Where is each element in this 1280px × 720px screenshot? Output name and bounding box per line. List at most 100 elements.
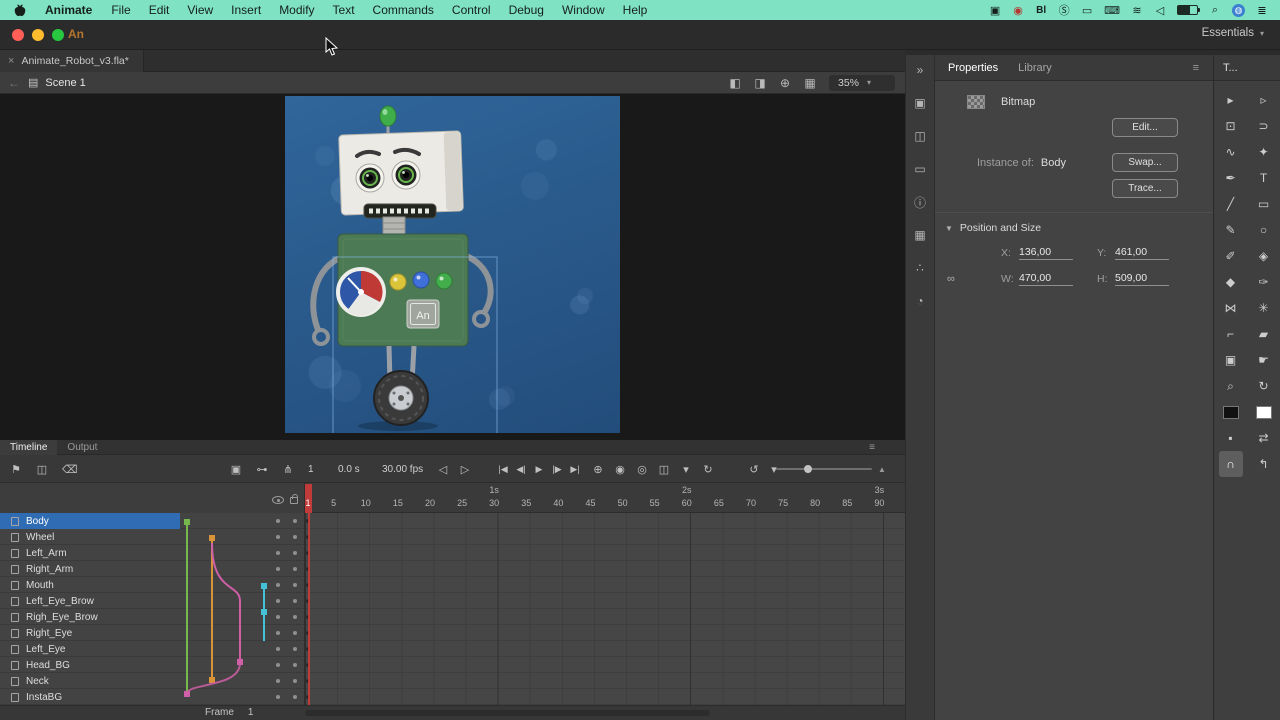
edit-scene-button[interactable]: ◧ (729, 76, 741, 90)
camera-tool[interactable]: ▣ (1219, 347, 1243, 373)
collapse-triangle-icon[interactable]: ▼ (945, 224, 953, 233)
current-frame-readout[interactable]: 1 (308, 455, 314, 483)
text-tool[interactable]: T (1252, 165, 1276, 191)
timeline-grid-row[interactable] (305, 625, 905, 641)
marker-button[interactable]: ⚑ (10, 463, 22, 476)
free-transform-tool[interactable]: ⊡ (1219, 113, 1243, 139)
menu-item[interactable]: Text (324, 0, 364, 20)
layer-lock-dot[interactable] (293, 519, 297, 523)
onion-skin-outlines-button[interactable]: ◎ (636, 463, 648, 476)
edit-symbols-button[interactable]: ◨ (754, 76, 766, 90)
elapsed-time-readout[interactable]: 0.0 s (338, 455, 360, 483)
pasteboard[interactable]: An (0, 94, 905, 440)
zoom-window-button[interactable] (52, 29, 64, 41)
stage-canvas[interactable]: An (285, 96, 620, 433)
position-and-size-section[interactable]: ▼ Position and Size (945, 222, 1213, 234)
video-camera-icon[interactable]: ▣ (989, 3, 1001, 17)
timeline-zoom-slider-knob[interactable] (804, 465, 812, 473)
rotation-tool[interactable]: ↻ (1252, 373, 1276, 399)
pen-tool[interactable]: ✒ (1219, 165, 1243, 191)
layer-visibility-dot[interactable] (276, 679, 280, 683)
layer-depth-button[interactable]: ⋔ (282, 463, 294, 476)
layer-visibility-dot[interactable] (276, 551, 280, 555)
go-to-last-button[interactable]: ▶| (569, 464, 581, 475)
close-document-icon[interactable]: × (8, 55, 14, 67)
hand-tool[interactable]: ☛ (1252, 347, 1276, 373)
layer-visibility-dot[interactable] (276, 647, 280, 651)
frames-panel-icon[interactable]: ◫ (911, 127, 929, 145)
timeline-grid-row[interactable] (305, 673, 905, 689)
go-to-first-button[interactable]: |◀ (497, 464, 509, 475)
center-stage-button[interactable]: ⊕ (779, 76, 791, 90)
ink-bottle-tool[interactable]: ◆ (1219, 269, 1243, 295)
close-window-button[interactable] (12, 29, 24, 41)
apple-menu-icon[interactable] (14, 3, 26, 17)
layer-visibility-dot[interactable] (276, 663, 280, 667)
timeline-tab[interactable]: Output (57, 440, 107, 455)
snippets-panel-icon[interactable]: ∴ (911, 259, 929, 277)
pencil-tool[interactable]: ✎ (1219, 217, 1243, 243)
frame-grid[interactable] (305, 513, 905, 705)
magic-wand-tool[interactable]: ✦ (1252, 139, 1276, 165)
motion-presets-panel-icon[interactable]: ◔ (911, 292, 929, 310)
camera-panel-icon[interactable]: ▣ (911, 94, 929, 112)
panel-menu-icon[interactable]: ≡ (869, 442, 875, 453)
layer-lock-dot[interactable] (293, 695, 297, 699)
volume-icon[interactable]: ◁ (1154, 3, 1166, 17)
network-globe-icon[interactable]: ◍ (1232, 4, 1245, 17)
layer-visibility-dot[interactable] (276, 535, 280, 539)
menu-item[interactable]: Edit (140, 0, 179, 20)
menu-item[interactable]: Help (614, 0, 657, 20)
back-button[interactable]: ← (8, 76, 20, 90)
timeline-grid-row[interactable] (305, 641, 905, 657)
s-app-icon[interactable]: Ⓢ (1058, 3, 1070, 17)
loop-button[interactable]: ↻ (702, 463, 714, 476)
layer-visibility-dot[interactable] (276, 631, 280, 635)
layer-row[interactable]: Left_Eye_Brow (0, 593, 304, 609)
wifi-icon[interactable]: ≋ (1131, 3, 1143, 17)
parenting-view-button[interactable]: ⊶ (256, 463, 268, 476)
menu-item[interactable]: Window (553, 0, 614, 20)
delete-layer-button[interactable]: ⌫ (62, 463, 78, 476)
layer-lock-dot[interactable] (293, 615, 297, 619)
brush-tool[interactable]: ✐ (1219, 243, 1243, 269)
battery-icon[interactable] (1177, 5, 1198, 15)
timeline-grid-row[interactable] (305, 529, 905, 545)
timeline-tab[interactable]: Timeline (0, 440, 57, 455)
onion-skin-button[interactable]: ◉ (614, 463, 626, 476)
add-camera-button[interactable]: ▣ (230, 463, 242, 476)
layer-visibility-dot[interactable] (276, 567, 280, 571)
minimize-window-button[interactable] (32, 29, 44, 41)
layer-row[interactable]: Mouth (0, 577, 304, 593)
layer-row[interactable]: Neck (0, 673, 304, 689)
robot-graphic[interactable]: An (285, 96, 620, 433)
w-value[interactable]: 470,00 (1019, 272, 1073, 286)
filter-layers-button[interactable]: ◫ (36, 463, 48, 476)
timeline-grid-row[interactable] (305, 593, 905, 609)
collapse-panels-icon[interactable]: » (911, 61, 929, 79)
timeline-ruler[interactable]: 1s2s3s 151015202530354045505560657075808… (0, 483, 905, 513)
reset-timeline-zoom-button[interactable]: ↺ (748, 463, 760, 476)
zoom-tool[interactable]: ⌕ (1219, 373, 1243, 399)
snap-to-objects-button[interactable]: ∩ (1219, 451, 1243, 477)
panel-menu-icon[interactable]: ≡ (1193, 62, 1199, 74)
layer-lock-dot[interactable] (293, 535, 297, 539)
timeline-zoom-slider[interactable] (776, 468, 872, 470)
width-tool[interactable]: ⋈ (1219, 295, 1243, 321)
stage-zoom-select[interactable]: 35% ▾ (829, 75, 895, 91)
swap-colors-button[interactable]: ⇄ (1252, 425, 1276, 451)
scene-name[interactable]: Scene 1 (45, 77, 85, 89)
layer-row[interactable]: Wheel (0, 529, 304, 545)
next-frame-button[interactable]: |▶ (551, 464, 563, 475)
bl-app-icon[interactable]: Bl (1035, 3, 1047, 17)
timeline-grid-row[interactable] (305, 609, 905, 625)
timeline-grid-row[interactable] (305, 689, 905, 705)
swap-button[interactable]: Swap... (1112, 153, 1178, 172)
layer-row[interactable]: InstaBG (0, 689, 304, 705)
clip-content-button[interactable]: ▦ (804, 76, 816, 90)
layer-lock-dot[interactable] (293, 583, 297, 587)
subselection-tool[interactable]: ▹ (1252, 87, 1276, 113)
layer-lock-dot[interactable] (293, 551, 297, 555)
bone-tool[interactable]: ⌐ (1219, 321, 1243, 347)
default-colors-button[interactable]: ▪ (1219, 425, 1243, 451)
